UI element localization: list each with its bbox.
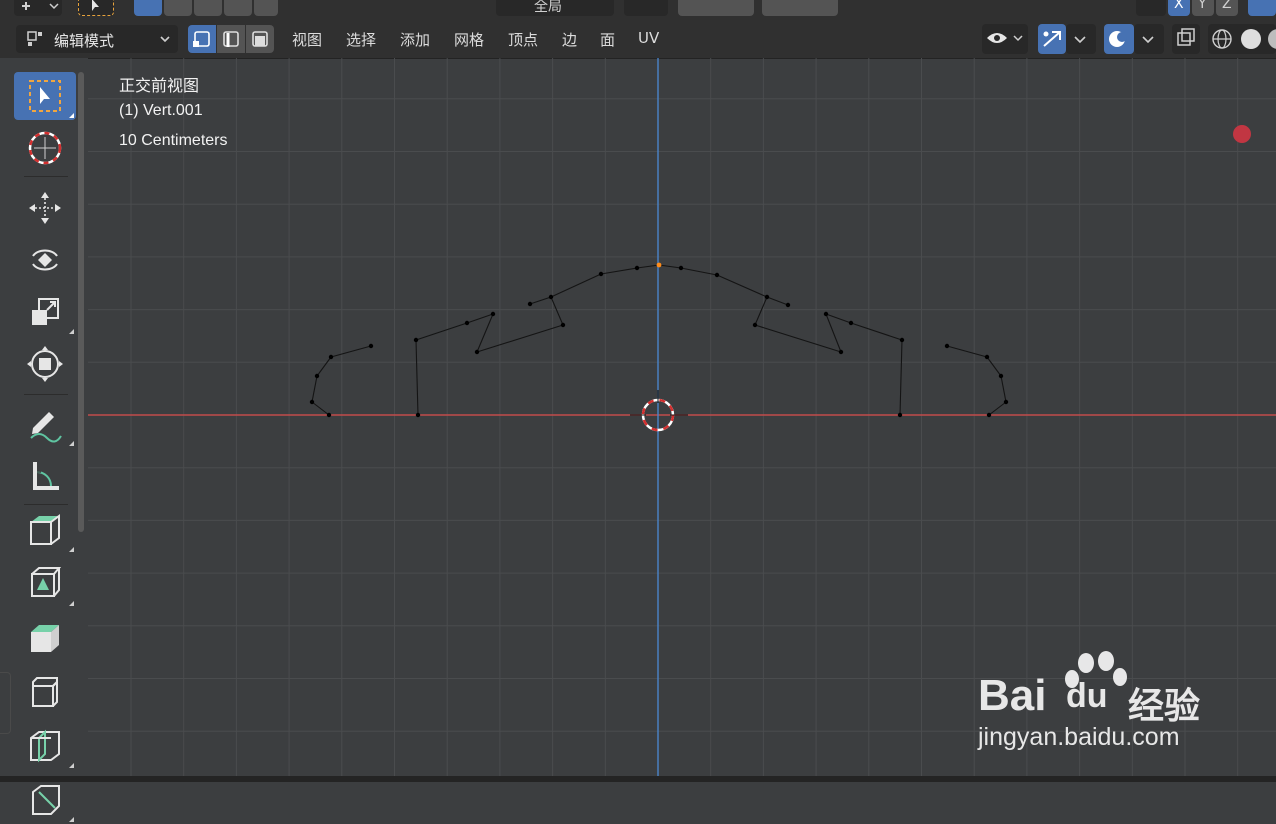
measure-icon xyxy=(33,462,59,490)
xray-toggle[interactable] xyxy=(1172,24,1200,54)
mirror-options-icon[interactable] xyxy=(1136,0,1166,16)
menu-view[interactable]: 视图 xyxy=(292,29,322,50)
auto-merge-toggle[interactable] xyxy=(1248,0,1276,16)
select-box-tool[interactable] xyxy=(14,72,76,120)
viewport-header: 编辑模式 视图 选择 添加 网格 顶点 边 面 UV xyxy=(0,20,1276,59)
add-cube-icon xyxy=(30,514,60,545)
watermark-logo-text: Bai xyxy=(978,671,1047,720)
view-name: 正交前视图 xyxy=(119,78,200,95)
menu-select[interactable]: 选择 xyxy=(346,29,376,50)
gizmo-toggle[interactable] xyxy=(1038,24,1066,54)
toolbar-scrollbar[interactable] xyxy=(78,72,84,532)
rotate-icon xyxy=(32,249,58,271)
baidu-watermark: Bai du 经验 jingyan.baidu.com xyxy=(978,645,1218,755)
extrude-tool[interactable] xyxy=(14,560,76,608)
rotate-tool[interactable] xyxy=(14,236,76,284)
scale-icon xyxy=(32,298,59,325)
editor-type-button[interactable] xyxy=(14,0,62,16)
status-bar xyxy=(0,776,1276,782)
record-indicator xyxy=(1233,125,1251,143)
box-select-new-button[interactable] xyxy=(134,0,162,16)
menu-edge[interactable]: 边 xyxy=(562,29,577,50)
snap-toggle[interactable] xyxy=(678,0,754,16)
annotate-icon xyxy=(30,412,62,443)
menu-vertex[interactable]: 顶点 xyxy=(508,29,538,50)
shading-icons xyxy=(1212,29,1276,49)
proportional-edit-toggle[interactable] xyxy=(762,0,838,16)
scale-info: 10 Centimeters xyxy=(119,132,228,149)
overlays-icon xyxy=(1109,31,1127,47)
mirror-x-toggle[interactable]: X xyxy=(1168,0,1190,16)
pivot-point-select[interactable] xyxy=(624,0,668,16)
chevron-down-icon xyxy=(1074,36,1086,44)
vertex-select-button[interactable] xyxy=(188,25,216,53)
transform-tool[interactable] xyxy=(14,340,76,388)
mirror-z-toggle[interactable]: Z xyxy=(1216,0,1238,16)
knife-icon xyxy=(32,785,60,815)
watermark-cn-text: 经验 xyxy=(1128,686,1201,727)
knife-tool[interactable] xyxy=(14,776,76,824)
menu-mesh[interactable]: 网格 xyxy=(454,29,484,50)
chevron-down-icon xyxy=(160,36,170,43)
overlays-toggle[interactable] xyxy=(1104,24,1134,54)
select-mode-button[interactable] xyxy=(78,0,114,16)
loop-cut-tool[interactable] xyxy=(14,722,76,770)
menu-uv[interactable]: UV xyxy=(638,29,659,47)
mode-label: 编辑模式 xyxy=(54,32,115,50)
menu-face[interactable]: 面 xyxy=(600,29,615,50)
edge-select-icon xyxy=(223,31,239,47)
box-select-intersect-button[interactable] xyxy=(254,0,278,16)
bevel-icon xyxy=(32,677,58,707)
select-mode-group xyxy=(188,25,274,53)
object-info: (1) Vert.001 xyxy=(119,102,203,119)
move-tool[interactable] xyxy=(14,184,76,232)
select-box-icon xyxy=(29,80,61,112)
transform-orientation-select[interactable]: 全局 xyxy=(496,0,614,16)
cursor-tool[interactable] xyxy=(14,124,76,172)
top-header-strip: 全局 X Y Z xyxy=(0,0,1276,20)
face-select-button[interactable] xyxy=(246,25,274,53)
menu-add[interactable]: 添加 xyxy=(400,29,430,50)
visibility-select[interactable] xyxy=(982,24,1028,54)
inset-icon xyxy=(31,625,59,652)
vertex-select-icon xyxy=(193,31,210,47)
mirror-y-toggle[interactable]: Y xyxy=(1192,0,1214,16)
cursor-arrow-icon xyxy=(92,0,99,11)
xray-icon xyxy=(1177,28,1195,46)
annotate-tool[interactable] xyxy=(14,400,76,448)
tool-shelf xyxy=(0,58,88,822)
inset-tool[interactable] xyxy=(14,614,76,662)
move-icon xyxy=(29,192,61,224)
box-select-extend-button[interactable] xyxy=(164,0,192,16)
extrude-icon xyxy=(31,567,62,597)
left-panel-notch xyxy=(0,672,11,734)
transform-icon xyxy=(27,346,63,382)
bevel-tool[interactable] xyxy=(14,668,76,716)
measure-tool[interactable] xyxy=(14,452,76,500)
editor-type-icon xyxy=(22,2,59,10)
watermark-logo-text-2: du xyxy=(1066,677,1108,715)
gizmo-dropdown[interactable] xyxy=(1066,24,1096,54)
eye-icon xyxy=(987,33,1023,43)
add-cube-tool[interactable] xyxy=(14,506,76,554)
transform-orientation-label: 全局 xyxy=(534,0,562,15)
overlays-dropdown[interactable] xyxy=(1134,24,1164,54)
shading-mode-group xyxy=(1208,24,1276,54)
scale-tool[interactable] xyxy=(14,288,76,336)
chevron-down-icon xyxy=(1142,36,1154,44)
edit-mode-icon xyxy=(27,31,42,46)
face-select-icon xyxy=(252,31,268,47)
loop-cut-icon xyxy=(30,729,60,763)
edge-select-button[interactable] xyxy=(217,25,245,53)
watermark-url: jingyan.baidu.com xyxy=(978,723,1180,751)
gizmo-icon xyxy=(1043,31,1061,47)
cursor-icon xyxy=(28,131,62,165)
interaction-mode-select[interactable]: 编辑模式 xyxy=(16,25,178,53)
box-select-subtract-button[interactable] xyxy=(194,0,222,16)
box-select-invert-button[interactable] xyxy=(224,0,252,16)
